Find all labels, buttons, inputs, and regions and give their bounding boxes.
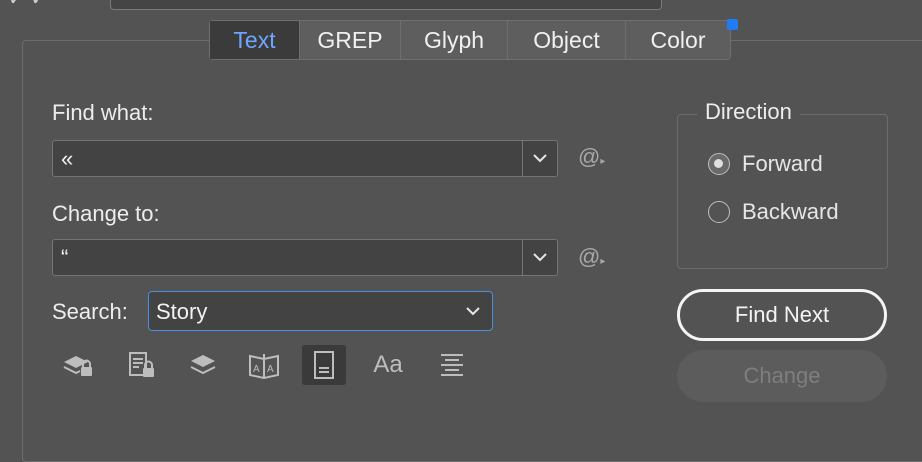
- whole-word-icon[interactable]: [430, 345, 474, 385]
- chevron-down-icon[interactable]: [531, 248, 549, 266]
- tab-glyph[interactable]: Glyph: [401, 21, 508, 59]
- case-sensitive-text: Aa: [373, 351, 403, 378]
- chevron-down-icon[interactable]: [531, 149, 549, 167]
- combo-divider: [521, 141, 523, 176]
- find-what-field[interactable]: «: [52, 140, 558, 177]
- radio-backward[interactable]: Backward: [708, 199, 839, 225]
- tab-bar: Text GREP Glyph Object Color: [209, 19, 738, 60]
- tab-grep[interactable]: GREP: [300, 21, 401, 59]
- locked-stories-icon[interactable]: [120, 345, 164, 385]
- radio-forward[interactable]: Forward: [708, 151, 823, 177]
- search-label: Search:: [52, 299, 128, 324]
- combo-divider: [521, 240, 523, 275]
- tab-color-label: Color: [650, 26, 706, 53]
- direction-title: Direction: [697, 99, 800, 125]
- tab-object[interactable]: Object: [508, 21, 626, 59]
- find-next-button[interactable]: Find Next: [677, 289, 887, 341]
- notification-badge: [727, 19, 738, 30]
- direction-group: [677, 114, 888, 269]
- radio-backward-indicator[interactable]: [708, 201, 730, 223]
- hidden-layers-icon[interactable]: [181, 345, 225, 385]
- at-symbol: @: [578, 144, 601, 169]
- case-sensitive-icon[interactable]: Aa: [366, 345, 410, 385]
- special-characters-change-icon[interactable]: @▸: [578, 244, 605, 270]
- footnotes-icon[interactable]: [302, 345, 346, 385]
- change-button[interactable]: Change: [677, 350, 887, 402]
- locked-layers-icon[interactable]: [56, 345, 100, 385]
- radio-backward-label: Backward: [742, 199, 839, 224]
- svg-text:A: A: [253, 364, 260, 375]
- find-what-value: «: [61, 146, 74, 171]
- change-to-field[interactable]: “: [52, 239, 558, 276]
- svg-text:A: A: [267, 364, 274, 375]
- change-to-value: “: [61, 245, 69, 270]
- radio-forward-label: Forward: [742, 151, 823, 176]
- top-field[interactable]: [110, 0, 662, 10]
- tab-text[interactable]: Text: [210, 21, 300, 59]
- chevron-down-icon: [466, 307, 480, 316]
- change-to-label: Change to:: [52, 201, 160, 226]
- tab-color[interactable]: Color: [626, 19, 738, 59]
- find-what-label: Find what:: [52, 100, 154, 125]
- search-scope-value: Story: [156, 299, 208, 324]
- special-characters-find-icon[interactable]: @▸: [578, 144, 605, 170]
- at-symbol: @: [578, 244, 601, 269]
- radio-forward-indicator[interactable]: [708, 153, 730, 175]
- search-scope-select[interactable]: Story: [148, 291, 493, 331]
- master-pages-icon[interactable]: AA: [242, 345, 286, 385]
- top-cut-label: ✓ ✓: [8, 0, 47, 11]
